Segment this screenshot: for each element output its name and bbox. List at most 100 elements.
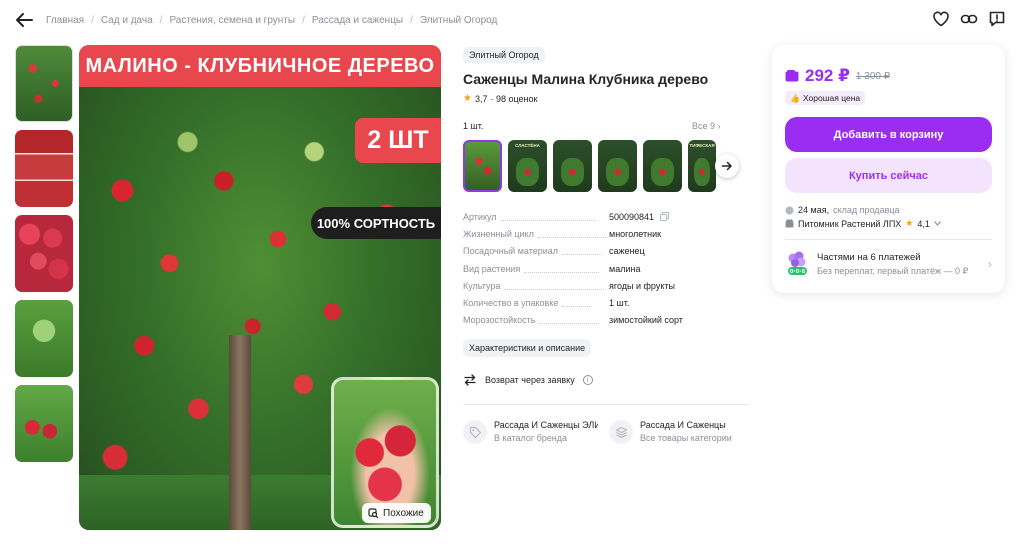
breadcrumb-item[interactable]: Элитный Огород (420, 15, 497, 26)
return-arrows-icon (464, 374, 476, 386)
star-icon: ★ (905, 218, 914, 228)
breadcrumb: Главная / Сад и дача / Растения, семена … (46, 15, 498, 26)
layers-icon (609, 420, 633, 444)
image-banner-title: МАЛИНО - КЛУБНИЧНОЕ ДЕРЕВО (79, 45, 441, 87)
spec-value: ягоды и фрукты (609, 280, 675, 291)
link-title: Рассада И Саженцы (640, 420, 726, 430)
brand-catalog-link[interactable]: Рассада И Саженцы ЭЛИТНЫЙ В каталог брен… (463, 420, 598, 444)
rating-value: 3,7 (474, 93, 488, 104)
svg-text:0·0·6: 0·0·6 (790, 269, 806, 275)
spec-name: Количество в упаковке (463, 297, 559, 308)
chevron-right-icon: › (988, 257, 992, 271)
add-to-cart-button[interactable]: Добавить в корзину (785, 117, 992, 152)
seller-link[interactable]: Питомник Растений ЛПХ ★ 4,1 (785, 218, 941, 229)
installment-option[interactable]: 0·0·6 Частями на 6 платежей Без переплат… (785, 251, 992, 277)
thumbnail-image[interactable] (15, 215, 73, 292)
divider (463, 404, 749, 405)
thumbnail-list (15, 45, 73, 470)
spec-row: Количество в упаковке 1 шт. (463, 298, 738, 315)
thumbnail-image[interactable] (15, 300, 73, 377)
variant-option[interactable] (643, 140, 682, 192)
brand-chip[interactable]: Элитный Огород (463, 47, 545, 63)
variant-option[interactable]: ТИФЕСКАЯ (688, 140, 716, 192)
spec-name: Артикул (463, 212, 497, 222)
spec-row: Артикул 500090841 (463, 212, 738, 229)
buy-now-button[interactable]: Купить сейчас (785, 158, 992, 193)
installment-flower-icon: 0·0·6 (788, 251, 807, 275)
similar-label: Похожие (383, 507, 424, 519)
breadcrumb-item[interactable]: Сад и дача (101, 15, 153, 26)
thumbnail-image[interactable] (15, 385, 73, 462)
spec-value: саженец (609, 246, 645, 257)
seller-name: Питомник Растений ЛПХ (798, 218, 902, 229)
link-subtitle: Все товары категории (640, 433, 732, 443)
spec-value: малина (609, 263, 641, 274)
variant-label: СЛАСТЁНА (515, 143, 540, 148)
star-icon: ★ (463, 93, 472, 104)
delivery-info: 24 мая, склад продавца (785, 205, 900, 215)
old-price: 1 300 ₽ (855, 70, 891, 82)
image-tree-trunk (229, 335, 251, 530)
good-price-badge: 👍 Хорошая цена (785, 91, 866, 105)
image-badge-sort: 100% СОРТНОСТЬ (311, 207, 441, 239)
tag-icon (463, 420, 487, 444)
copy-icon[interactable] (659, 212, 669, 221)
link-title: Рассада И Саженцы ЭЛИТНЫЙ (494, 420, 598, 430)
quantity-label: 1 шт. (463, 121, 484, 131)
breadcrumb-item[interactable]: Рассада и саженцы (312, 15, 403, 26)
installment-title: Частями на 6 платежей (817, 251, 921, 263)
category-link[interactable]: Рассада И Саженцы Все товары категории (609, 420, 739, 444)
specs-table: Артикул 500090841 Жизненный цикл многоле… (463, 212, 738, 332)
delivery-date: 24 мая, (798, 205, 830, 215)
variant-option[interactable]: СЛАСТЁНА (508, 140, 547, 192)
variant-option[interactable] (463, 140, 502, 192)
see-all-variants-link[interactable]: Все 9 › (692, 121, 721, 131)
similar-search-icon (368, 507, 379, 518)
arrow-right-icon (721, 161, 732, 171)
next-variants-button[interactable] (715, 154, 739, 178)
spec-row: Вид растения малина (463, 264, 738, 281)
thumbs-up-icon: 👍 (790, 93, 800, 103)
installment-subtitle: Без переплат, первый платёж — 0 ₽ (817, 265, 969, 276)
seller-rating: 4,1 (917, 218, 930, 229)
brand-links: Рассада И Саженцы ЭЛИТНЫЙ В каталог брен… (463, 420, 739, 444)
link-subtitle: В каталог бренда (494, 433, 568, 443)
similar-button[interactable]: Похожие (362, 503, 431, 523)
breadcrumb-item[interactable]: Главная (46, 15, 84, 26)
price-row: 292 ₽ 1 300 ₽ (785, 66, 890, 86)
spec-row: Жизненный цикл многолетник (463, 229, 738, 246)
back-arrow-icon[interactable] (14, 11, 34, 29)
variant-option[interactable] (553, 140, 592, 192)
info-icon[interactable]: i (582, 375, 593, 385)
spec-name: Посадочный материал (463, 246, 559, 257)
spec-value: 1 шт. (609, 297, 630, 308)
heart-icon[interactable] (932, 10, 950, 28)
variant-option[interactable] (598, 140, 637, 192)
report-icon[interactable] (988, 10, 1006, 28)
spec-value: зимостойкий сорт (609, 315, 683, 326)
buy-card: 292 ₽ 1 300 ₽ 👍 Хорошая цена Добавить в … (772, 45, 1005, 293)
variant-label: ТИФЕСКАЯ (689, 143, 715, 148)
main-product-image[interactable]: МАЛИНО - КЛУБНИЧНОЕ ДЕРЕВО 2 ШТ 100% СОР… (79, 45, 441, 530)
good-price-label: Хорошая цена (802, 93, 861, 103)
return-text: Возврат через заявку (485, 375, 575, 385)
breadcrumb-item[interactable]: Растения, семена и грунты (169, 15, 295, 26)
chevron-down-icon (933, 221, 941, 226)
link-icon[interactable] (960, 10, 978, 28)
characteristics-button[interactable]: Характеристики и описание (463, 339, 592, 357)
thumbnail-image[interactable] (15, 45, 73, 122)
thumbnail-image[interactable] (15, 130, 73, 207)
top-actions (932, 10, 1006, 28)
return-info: Возврат через заявку i (463, 373, 593, 387)
spec-row: Морозостойкость зимостойкий сорт (463, 315, 738, 332)
delivery-note: склад продавца (833, 205, 900, 215)
rating-summary[interactable]: ★ 3,7 · 98 оценок (463, 93, 537, 104)
spec-name: Культура (463, 280, 501, 291)
product-title: Саженцы Малина Клубника дерево (463, 71, 709, 87)
reviews-count: · 98 оценок (490, 93, 538, 104)
spec-value: многолетник (609, 229, 662, 240)
image-badge-count: 2 ШТ (355, 118, 441, 163)
spec-row: Посадочный материал саженец (463, 246, 738, 263)
divider (785, 239, 992, 240)
clock-icon (785, 206, 794, 214)
